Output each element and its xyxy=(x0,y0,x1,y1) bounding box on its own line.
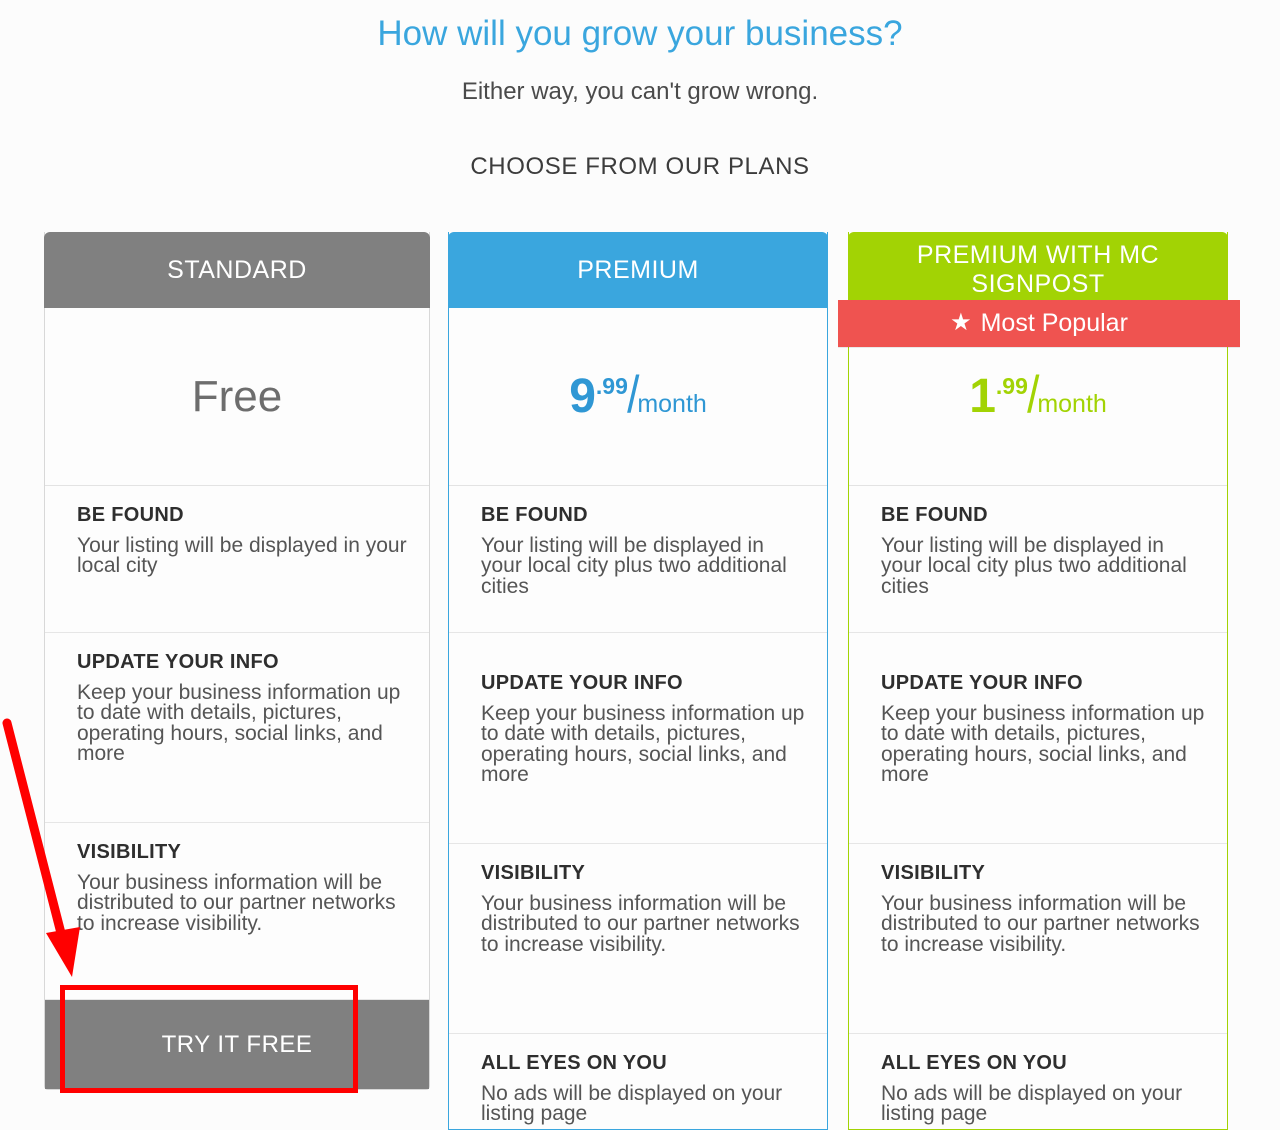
price-amount-mc: 1 xyxy=(969,369,996,423)
feature-title: BE FOUND xyxy=(77,504,184,526)
feature-row: UPDATE YOUR INFO Keep your business info… xyxy=(449,654,827,844)
price-premium-mc-signpost: 1 .99 / month xyxy=(969,369,1107,423)
feature-desc: No ads will be displayed on your listing… xyxy=(881,1082,1183,1126)
feature-desc: Keep your business information up to dat… xyxy=(881,702,1205,787)
page-subtitle: Either way, you can't grow wrong. xyxy=(461,78,819,105)
choose-plans-label: CHOOSE FROM OUR PLANS xyxy=(470,153,810,180)
feature-row: BE FOUND Your listing will be displayed … xyxy=(449,486,827,633)
feature-desc: Keep your business information up to dat… xyxy=(77,681,401,766)
price-band-premium-mc-signpost: 1 .99 / month xyxy=(849,308,1227,486)
plan-header-standard: STANDARD xyxy=(44,232,430,308)
feature-title: UPDATE YOUR INFO xyxy=(77,651,279,673)
page-title: How will you grow your business? xyxy=(377,14,903,53)
feature-row: ALL EYES ON YOU No ads will be displayed… xyxy=(849,1034,1227,1130)
feature-row: VISIBILITY Your business information wil… xyxy=(849,844,1227,1034)
plan-name-premium-mc-signpost: PREMIUM WITH MC SIGNPOST xyxy=(916,241,1160,298)
feature-title: ALL EYES ON YOU xyxy=(881,1052,1068,1074)
feature-row: UPDATE YOUR INFO Keep your business info… xyxy=(45,633,429,823)
feature-desc: Your business information will be distri… xyxy=(77,871,396,935)
feature-title: BE FOUND xyxy=(481,504,588,526)
feature-row: VISIBILITY Your business information wil… xyxy=(45,823,429,1000)
plan-header-premium: PREMIUM xyxy=(448,232,828,308)
feature-row: BE FOUND Your listing will be displayed … xyxy=(849,486,1227,633)
price-premium: 9 .99 / month xyxy=(569,369,707,423)
price-standard: Free xyxy=(191,371,283,421)
price-period-mc: month xyxy=(1037,389,1107,418)
feature-title: VISIBILITY xyxy=(881,862,986,884)
feature-row: UPDATE YOUR INFO Keep your business info… xyxy=(849,654,1227,844)
price-slash-premium: / xyxy=(626,365,640,424)
feature-row: VISIBILITY Your business information wil… xyxy=(449,844,827,1034)
feature-title: VISIBILITY xyxy=(481,862,586,884)
feature-desc: Keep your business information up to dat… xyxy=(481,702,805,787)
try-it-free-button[interactable]: TRY IT FREE xyxy=(45,1000,429,1089)
price-band-premium: 9 .99 / month xyxy=(449,308,827,486)
feature-title: BE FOUND xyxy=(881,504,988,526)
plan-name-standard: STANDARD xyxy=(167,255,307,284)
price-band-standard: Free xyxy=(45,308,429,486)
feature-title: VISIBILITY xyxy=(77,841,182,863)
feature-title: ALL EYES ON YOU xyxy=(481,1052,668,1074)
feature-desc: Your listing will be displayed in your l… xyxy=(481,534,787,598)
feature-desc: Your listing will be displayed in your l… xyxy=(77,534,407,578)
price-cents-mc: .99 xyxy=(995,372,1028,399)
price-period-premium: month xyxy=(637,389,707,418)
feature-row: BE FOUND Your listing will be displayed … xyxy=(45,486,429,633)
feature-row: ALL EYES ON YOU No ads will be displayed… xyxy=(449,1034,827,1130)
feature-desc: Your business information will be distri… xyxy=(481,892,800,956)
plan-header-premium-mc-signpost: PREMIUM WITH MC SIGNPOST xyxy=(848,232,1228,308)
price-slash-mc: / xyxy=(1026,365,1040,424)
price-amount-premium: 9 xyxy=(569,369,596,423)
feature-desc: No ads will be displayed on your listing… xyxy=(481,1082,783,1126)
feature-title: UPDATE YOUR INFO xyxy=(481,672,683,694)
feature-desc: Your business information will be distri… xyxy=(881,892,1200,956)
price-cents-premium: .99 xyxy=(595,372,628,399)
feature-title: UPDATE YOUR INFO xyxy=(881,672,1083,694)
plan-name-premium: PREMIUM xyxy=(577,255,699,284)
pricing-page: How will you grow your business? Either … xyxy=(0,0,1280,1130)
feature-desc: Your listing will be displayed in your l… xyxy=(881,534,1187,598)
